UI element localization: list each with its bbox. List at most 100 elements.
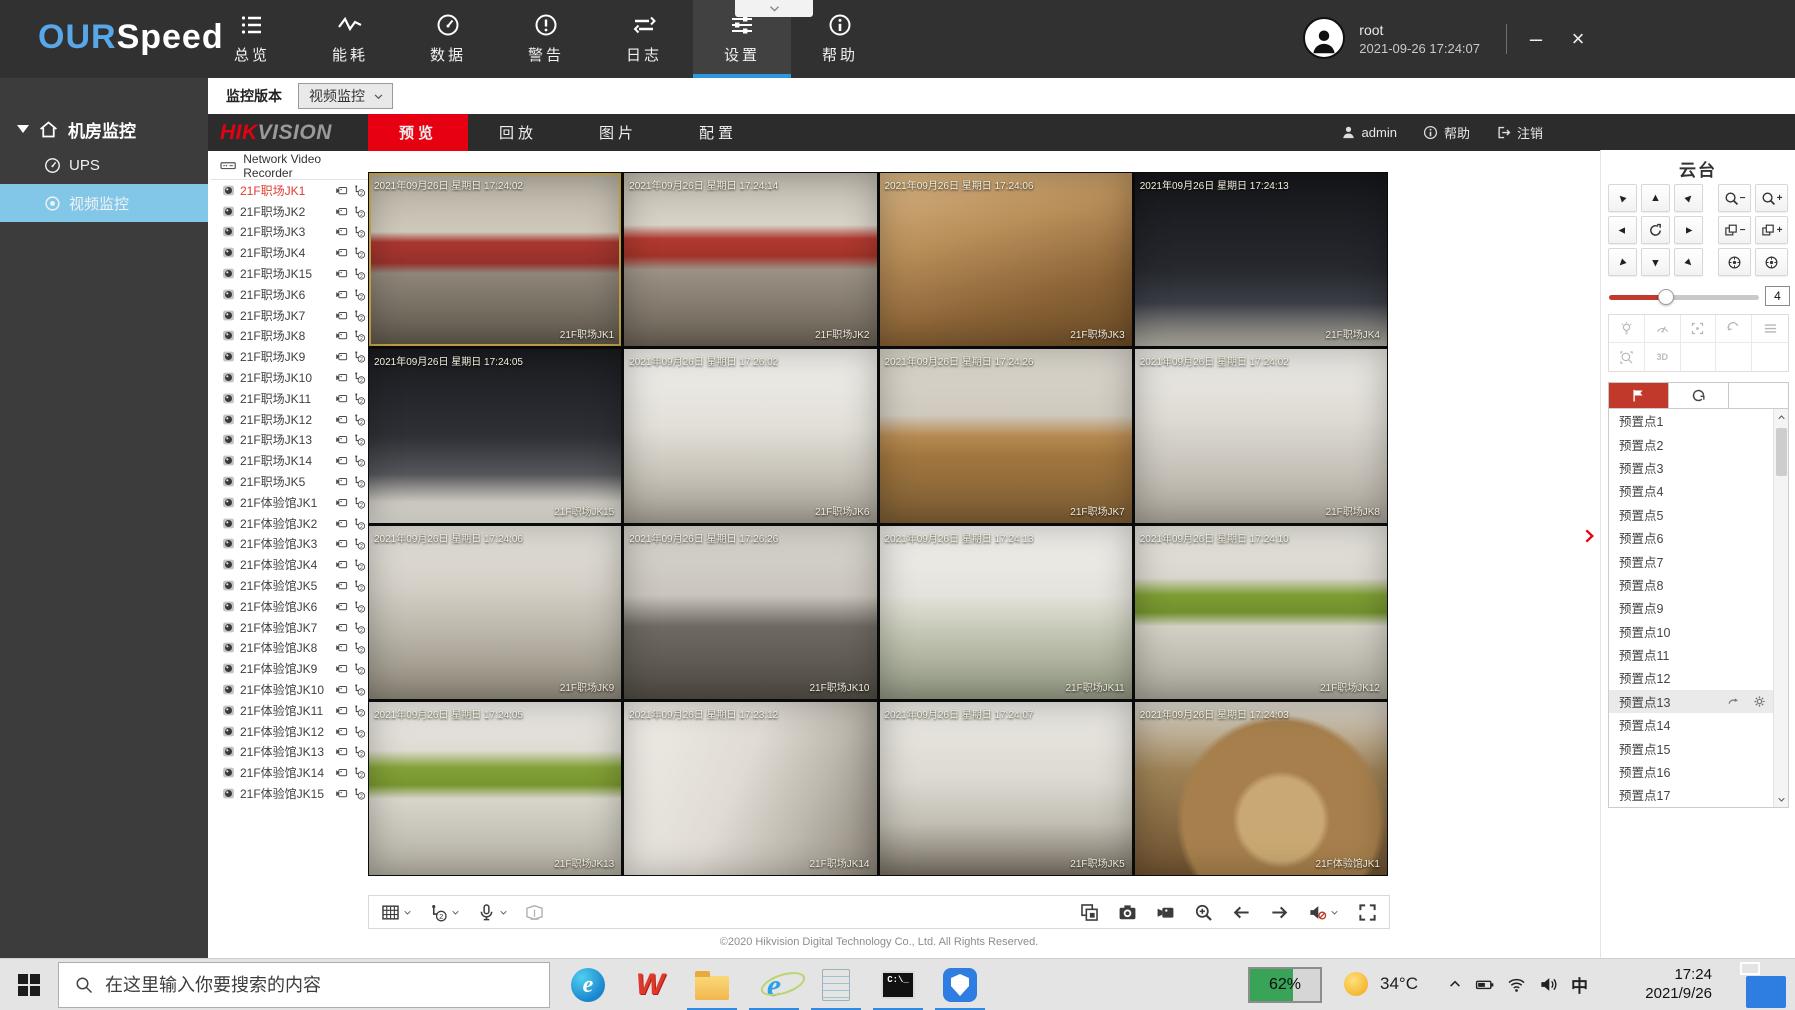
preset-item[interactable]: 预置点4: [1609, 479, 1788, 502]
preset-item[interactable]: 预置点17: [1609, 783, 1788, 806]
video-tile[interactable]: 2021年09月26日 星期日 17:24:14 21F职场JK2: [624, 173, 876, 346]
wiper-button[interactable]: [1645, 315, 1681, 343]
start-record-icon[interactable]: [335, 517, 348, 530]
weather-sun-icon[interactable]: [1344, 972, 1368, 996]
video-tile[interactable]: 2021年09月26日 星期日 17:24:05 21F职场JK13: [369, 702, 621, 875]
camera-list-item[interactable]: 21F职场JK14: [210, 450, 368, 471]
tab-presets[interactable]: [1609, 383, 1669, 408]
auto-scan-button[interactable]: [1641, 216, 1670, 244]
taskbar-app-icon[interactable]: e: [557, 959, 619, 1010]
camera-list-item[interactable]: 21F体验馆JK4: [210, 554, 368, 575]
3d-zoom-button[interactable]: 3D: [1645, 343, 1681, 371]
pan-right-button[interactable]: ▲: [1674, 216, 1703, 244]
hik-tab[interactable]: 回放: [468, 114, 568, 151]
camera-list-item[interactable]: 21F职场JK13: [210, 430, 368, 451]
pan-down-left-button[interactable]: ▲: [1608, 248, 1637, 276]
focus-far-button[interactable]: +: [1755, 216, 1788, 244]
stream-type-icon[interactable]: [353, 745, 366, 758]
stream-type-icon[interactable]: [353, 558, 366, 571]
area-zoom-button[interactable]: [1609, 343, 1645, 371]
stream-type-icon[interactable]: [353, 350, 366, 363]
stream-type-icon[interactable]: [353, 288, 366, 301]
set-preset-gear-icon[interactable]: [1753, 695, 1766, 708]
start-record-icon[interactable]: [335, 579, 348, 592]
nav-item[interactable]: 日志: [595, 0, 693, 78]
stream-type-icon[interactable]: [353, 517, 366, 530]
sidebar-root-node[interactable]: 机房监控: [0, 78, 208, 146]
camera-list-item[interactable]: 21F职场JK11: [210, 388, 368, 409]
start-record-icon[interactable]: [335, 662, 348, 675]
taskbar-app-icon[interactable]: [805, 959, 867, 1010]
previous-page-button[interactable]: [1232, 903, 1251, 922]
digital-zoom-button[interactable]: [1194, 903, 1213, 922]
stream-type-icon[interactable]: [353, 787, 366, 800]
hik-tab[interactable]: 预览: [368, 114, 468, 151]
titlebar-collapse-handle[interactable]: [735, 0, 813, 17]
start-record-icon[interactable]: [335, 413, 348, 426]
stream-type-icon[interactable]: [353, 205, 366, 218]
panel-expand-arrow[interactable]: [1580, 508, 1598, 564]
camera-list-item[interactable]: 21F体验馆JK6: [210, 596, 368, 617]
nav-item[interactable]: 警告: [497, 0, 595, 78]
stream-type-icon[interactable]: [353, 371, 366, 384]
video-tile[interactable]: 2021年09月26日 星期日 17:24:13 21F职场JK4: [1135, 173, 1387, 346]
pan-down-button[interactable]: ▲: [1641, 248, 1670, 276]
nav-item[interactable]: 数据: [399, 0, 497, 78]
video-tile[interactable]: 2021年09月26日 星期日 17:24:05 21F职场JK15: [369, 349, 621, 522]
stream-type-icon[interactable]: [353, 246, 366, 259]
tab-patrol[interactable]: [1669, 383, 1729, 408]
ime-indicator[interactable]: 中: [1571, 972, 1588, 997]
start-record-icon[interactable]: [335, 558, 348, 571]
camera-list-item[interactable]: 21F体验馆JK14: [210, 762, 368, 783]
stop-all-button[interactable]: [1080, 903, 1099, 922]
preset-item[interactable]: 预置点12: [1609, 666, 1788, 689]
video-tile[interactable]: 2021年09月26日 星期日 17:24:07 21F职场JK5: [880, 702, 1132, 875]
video-tile[interactable]: 2021年09月26日 星期日 17:24:10 21F职场JK12: [1135, 526, 1387, 699]
tray-volume-icon[interactable]: [1539, 975, 1558, 994]
start-record-icon[interactable]: [335, 496, 348, 509]
focus-near-button[interactable]: −: [1718, 216, 1751, 244]
start-record-icon[interactable]: [335, 433, 348, 446]
start-button[interactable]: [0, 959, 58, 1010]
camera-list-item[interactable]: 21F职场JK3: [210, 222, 368, 243]
slider-thumb[interactable]: [1658, 289, 1674, 305]
record-button[interactable]: [1156, 903, 1175, 922]
hik-tab[interactable]: 图片: [568, 114, 668, 151]
start-record-icon[interactable]: [335, 392, 348, 405]
next-page-button[interactable]: [1270, 903, 1289, 922]
start-record-icon[interactable]: [335, 621, 348, 634]
taskbar-search-box[interactable]: [58, 962, 550, 1008]
iris-open-button[interactable]: [1755, 248, 1788, 276]
tray-wifi-icon[interactable]: [1507, 975, 1526, 994]
user-box[interactable]: root 2021-09-26 17:24:07: [1303, 17, 1480, 59]
camera-list-item[interactable]: 21F职场JK6: [210, 284, 368, 305]
stream-type-icon[interactable]: [353, 413, 366, 426]
camera-list-item[interactable]: 21F体验馆JK9: [210, 658, 368, 679]
pan-left-button[interactable]: ▲: [1608, 216, 1637, 244]
search-input[interactable]: [105, 975, 505, 996]
preset-item[interactable]: 预置点15: [1609, 736, 1788, 759]
video-tile[interactable]: 2021年09月26日 星期日 17:24:26 21F职场JK7: [880, 349, 1132, 522]
camera-list-item[interactable]: 21F职场JK1: [210, 180, 368, 201]
preset-item[interactable]: 预置点7: [1609, 549, 1788, 572]
preset-item[interactable]: 预置点16: [1609, 760, 1788, 783]
start-record-icon[interactable]: [335, 725, 348, 738]
scroll-up-arrow[interactable]: [1774, 409, 1789, 425]
3d-position-button[interactable]: [1681, 315, 1717, 343]
taskbar-app-icon[interactable]: [929, 959, 991, 1010]
camera-list-item[interactable]: 21F体验馆JK1: [210, 492, 368, 513]
scrollbar-thumb[interactable]: [1776, 428, 1787, 476]
start-record-icon[interactable]: [335, 205, 348, 218]
stream-type-icon[interactable]: [353, 225, 366, 238]
sidebar-item[interactable]: 视频监控: [0, 184, 208, 222]
taskbar-app-icon[interactable]: W: [619, 959, 681, 1010]
start-record-icon[interactable]: [335, 225, 348, 238]
stream-type-icon[interactable]: [353, 662, 366, 675]
camera-list-item[interactable]: 21F职场JK7: [210, 305, 368, 326]
stream-type-icon[interactable]: [353, 683, 366, 696]
video-tile[interactable]: 2021年09月26日 星期日 17:24:06 21F职场JK9: [369, 526, 621, 699]
fullscreen-button[interactable]: [1358, 903, 1377, 922]
video-tile[interactable]: 2021年09月26日 星期日 17:24:02 21F职场JK8: [1135, 349, 1387, 522]
camera-list-item[interactable]: 21F职场JK12: [210, 409, 368, 430]
layout-select-button[interactable]: [381, 903, 412, 922]
